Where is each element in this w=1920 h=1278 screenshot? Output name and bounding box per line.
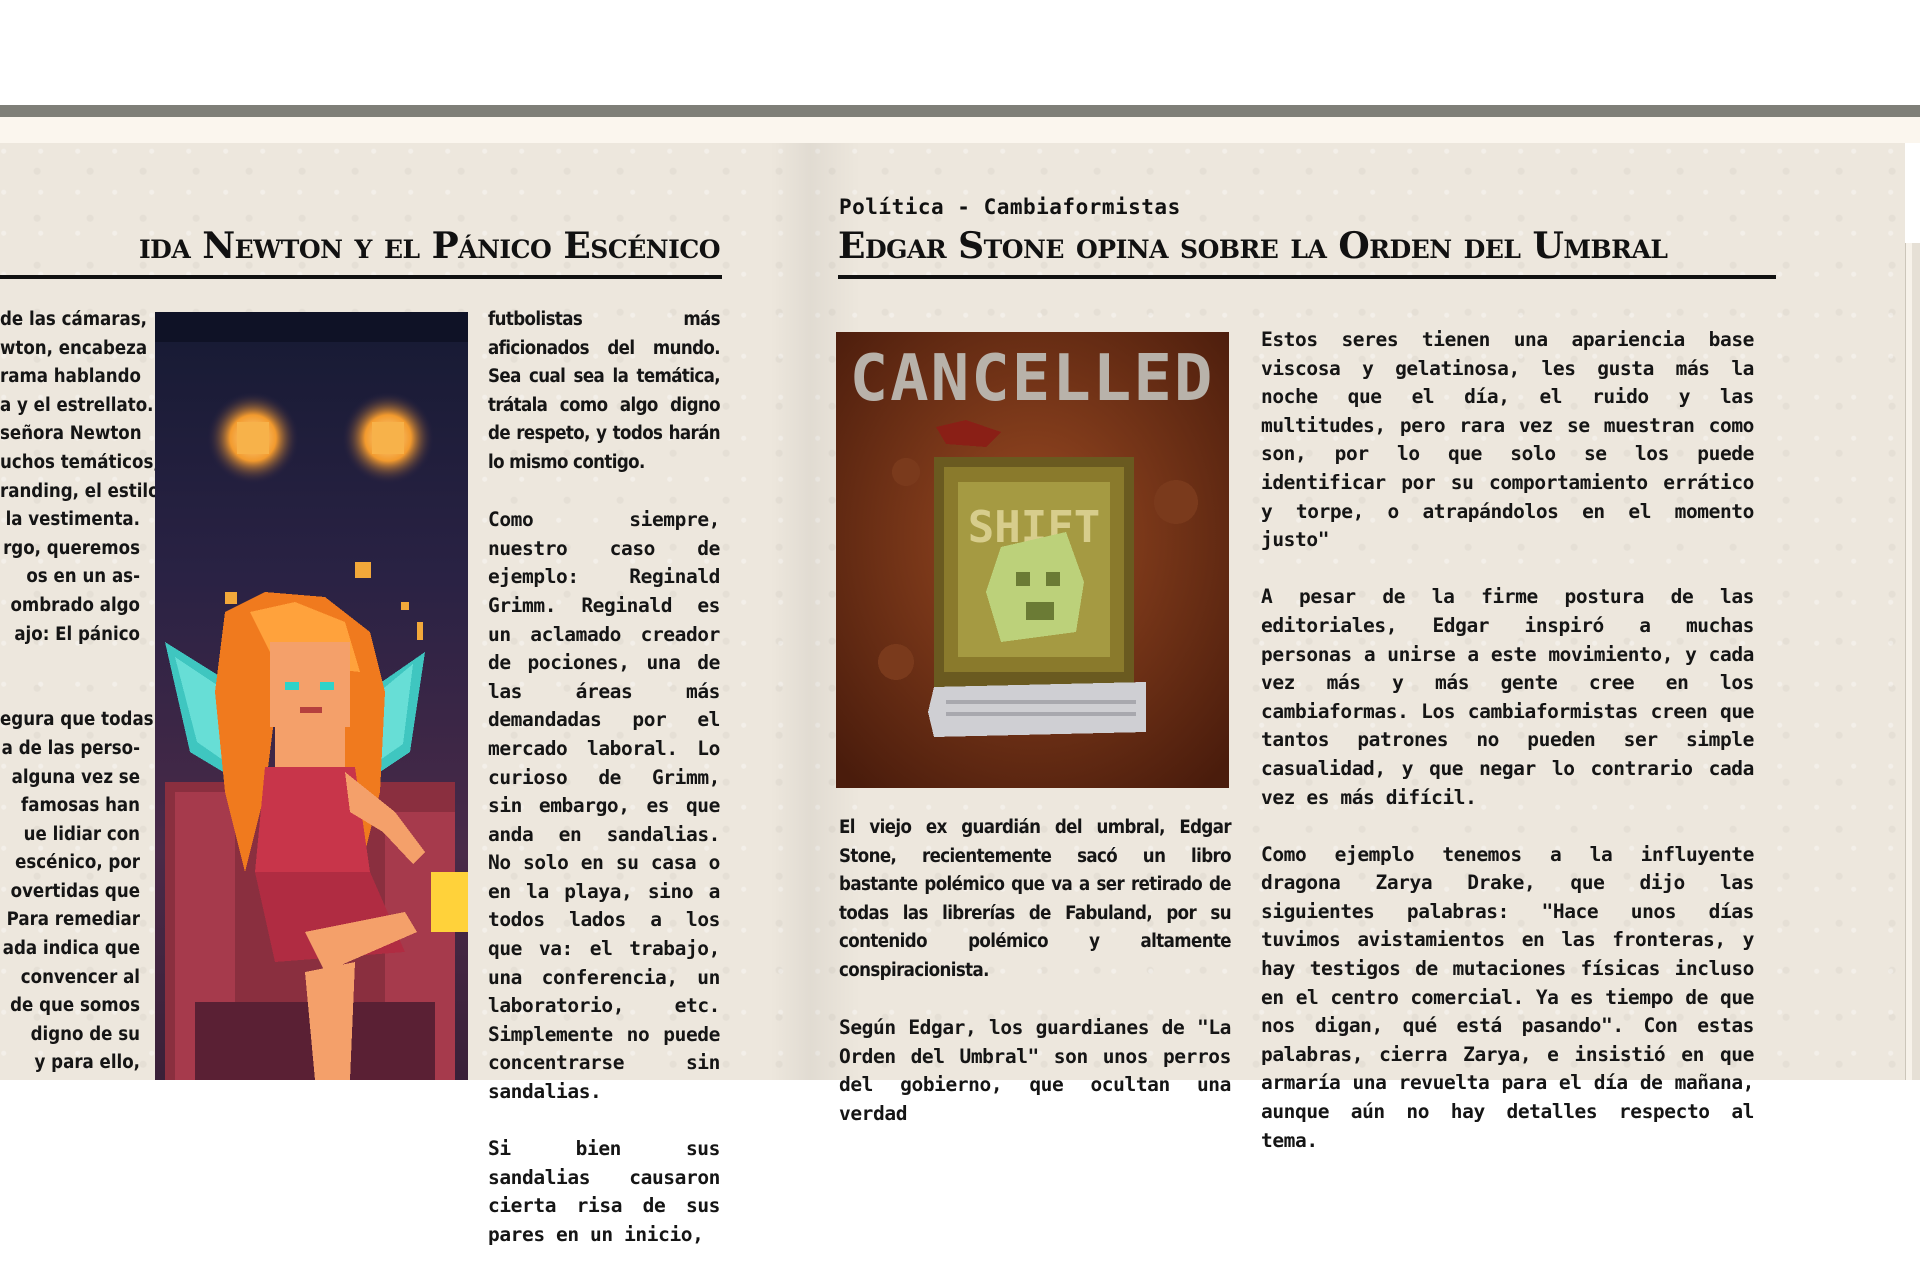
left-col1-line: os en un as- bbox=[26, 566, 140, 588]
left-col1-line: convencer al bbox=[20, 966, 140, 988]
left-col1-line: egura que todas bbox=[0, 709, 154, 731]
left-col1-line: wton, encabeza bbox=[0, 337, 148, 359]
left-col1-line: de que somos bbox=[10, 995, 140, 1017]
left-col1-line bbox=[0, 678, 140, 707]
left-col1-line: overtidas que bbox=[10, 880, 140, 902]
left-col1-line: uchos temáticos, bbox=[0, 451, 160, 473]
left-col2-p3: Si bien sus sandalias causaron cierta ri… bbox=[488, 1137, 720, 1246]
left-col1-line: señora Newton bbox=[0, 423, 142, 445]
page-edge-shadow bbox=[1912, 243, 1920, 1080]
right-col2-p1: Estos seres tienen una apariencia base v… bbox=[1261, 328, 1754, 552]
left-col1-line: digno de su bbox=[30, 1023, 140, 1045]
left-column-1: de las cámaras, wton, encabeza rama hablan… bbox=[0, 306, 160, 1078]
right-col1-p2: Según Edgar, los guardianes de "La Orden… bbox=[839, 1016, 1231, 1125]
top-strip bbox=[0, 117, 1920, 143]
left-col1-line: Para remediar bbox=[6, 909, 140, 931]
left-col1-line: y para ello, bbox=[34, 1052, 140, 1074]
left-col2-p1: futbolistas más aficionados del mundo. S… bbox=[488, 309, 721, 473]
left-headline: ida Newton y el Pánico Escénico bbox=[138, 225, 721, 267]
right-col1-p1: El viejo ex guardián del umbral, Edgar S… bbox=[839, 817, 1232, 981]
left-col1-line: ombrado algo bbox=[10, 594, 140, 616]
left-column-2: futbolistas más aficionados del mundo. S… bbox=[488, 306, 721, 1278]
section-label: Política - Cambiaformistas bbox=[839, 195, 1181, 219]
left-col1-line: a de las perso- bbox=[1, 737, 140, 759]
right-col2-p2: A pesar de la firme postura de las edito… bbox=[1261, 585, 1754, 809]
left-col1-line: rgo, queremos bbox=[3, 537, 140, 559]
left-col1-line: ajo: El pánico bbox=[14, 623, 140, 645]
left-headline-rule bbox=[0, 275, 722, 279]
right-col2-p3: Como ejemplo tenemos a la influyente dra… bbox=[1261, 842, 1754, 1152]
left-col2-p2: Como siempre, nuestro caso de ejemplo: R… bbox=[488, 508, 720, 1104]
left-col1-line: ada indica que bbox=[2, 938, 140, 960]
top-bar bbox=[0, 105, 1920, 117]
left-col1-line: rama hablando bbox=[0, 366, 141, 388]
right-column-2: Estos seres tienen una apariencia base v… bbox=[1261, 326, 1754, 1184]
left-col1-line: la vestimenta. bbox=[5, 509, 140, 531]
left-col1-line: randing, el estilo bbox=[0, 480, 160, 502]
left-col1-line: a y el estrellato. bbox=[0, 394, 154, 416]
right-headline: Edgar Stone opina sobre la Orden del Umb… bbox=[838, 225, 1668, 267]
right-column-1: El viejo ex guardián del umbral, Edgar S… bbox=[839, 814, 1232, 1157]
left-col1-line: de las cámaras, bbox=[0, 309, 147, 330]
right-headline-rule bbox=[838, 275, 1776, 279]
fairy-illustration bbox=[155, 312, 468, 1080]
left-col1-line: ue lidiar con bbox=[23, 823, 140, 845]
left-col1-line bbox=[0, 649, 140, 678]
left-col1-line: famosas han bbox=[20, 795, 140, 817]
left-col1-line: alguna vez se bbox=[11, 766, 140, 788]
left-col1-line: escénico, por bbox=[15, 852, 140, 874]
cancelled-book-illustration: CANCELLED SHIFT bbox=[836, 332, 1229, 788]
cancelled-stamp-text: CANCELLED bbox=[850, 342, 1215, 416]
